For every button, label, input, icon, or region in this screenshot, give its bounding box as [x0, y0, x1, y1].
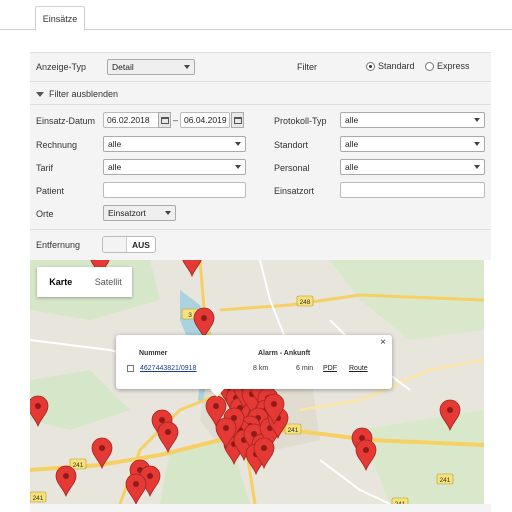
route-link[interactable]: Route: [349, 365, 368, 372]
chevron-down-icon: [235, 142, 241, 146]
distance-value: 8 km: [253, 365, 269, 372]
standort-label: Standort: [274, 140, 309, 150]
divider: [30, 104, 491, 105]
map-tab-karte[interactable]: Karte: [37, 267, 85, 297]
col-header-alarm: Alarm - Ankunft: [258, 350, 311, 357]
protokoll-typ-select[interactable]: alle: [340, 112, 485, 128]
divider: [30, 81, 491, 82]
svg-text:241: 241: [33, 495, 44, 502]
map-pin-icon[interactable]: [182, 260, 202, 278]
road-number-label: 241: [69, 458, 87, 470]
toggle-knob: [103, 237, 127, 252]
map-pin-icon[interactable]: [157, 421, 179, 454]
standort-value: alle: [345, 139, 359, 149]
tab-bar: Einsätze: [0, 0, 512, 31]
toggle-state-label: AUS: [132, 239, 150, 250]
map-view[interactable]: 3248241241241241241 Karte Satellit × Num…: [30, 260, 484, 504]
tarif-value: alle: [108, 162, 122, 172]
chevron-down-icon: [165, 211, 171, 215]
radio-label: Express: [437, 61, 470, 71]
popup-tail: [210, 389, 224, 397]
date-to-input[interactable]: 06.04.2019: [180, 112, 230, 128]
date-separator: –: [173, 115, 179, 125]
svg-text:241: 241: [288, 427, 299, 434]
road-number-label: 241: [30, 491, 47, 503]
svg-text:3: 3: [188, 312, 192, 319]
map-pin-icon[interactable]: [355, 439, 377, 472]
anzeige-typ-label: Anzeige-Typ: [36, 62, 87, 72]
personal-select[interactable]: alle: [340, 159, 485, 175]
entfernung-label: Entfernung: [36, 240, 81, 250]
duration-value: 6 min: [296, 365, 314, 372]
pdf-link[interactable]: PDF: [323, 365, 337, 372]
tarif-label: Tarif: [36, 163, 54, 173]
chevron-down-icon: [474, 118, 480, 122]
protokoll-typ-label: Protokoll-Typ: [274, 116, 327, 126]
filter-radio-standard[interactable]: Standard: [366, 61, 415, 71]
divider: [30, 229, 491, 230]
chevron-down-icon: [474, 165, 480, 169]
svg-text:241: 241: [440, 477, 451, 484]
orte-select[interactable]: Einsatzort: [103, 205, 176, 221]
col-header-nummer: Nummer: [139, 350, 168, 357]
chevron-down-icon: [235, 165, 241, 169]
close-icon[interactable]: ×: [380, 337, 386, 348]
svg-text:241: 241: [73, 462, 84, 469]
map-pin-icon[interactable]: [125, 473, 147, 504]
filter-label: Filter: [297, 62, 317, 72]
filter-toggle-link[interactable]: Filter ausblenden: [36, 89, 118, 99]
tab-einsaetze[interactable]: Einsätze: [35, 6, 85, 31]
triangle-down-icon: [36, 91, 44, 97]
radio-unchecked-icon: [425, 61, 434, 71]
filter-radio-express[interactable]: Express: [425, 61, 470, 71]
chevron-down-icon: [474, 142, 480, 146]
tarif-select[interactable]: alle: [103, 159, 246, 175]
map-info-popup: × Nummer Alarm - Ankunft 4627443821/0918…: [116, 335, 392, 389]
svg-text:248: 248: [300, 299, 311, 306]
map-type-tabs: Karte Satellit: [37, 267, 132, 297]
date-from-input[interactable]: 06.02.2018: [103, 112, 160, 128]
rechnung-label: Rechnung: [36, 140, 78, 150]
road-number-label: 248: [296, 295, 314, 307]
patient-label: Patient: [36, 186, 65, 196]
einsatzort-input[interactable]: [340, 182, 485, 198]
einsatz-number-link[interactable]: 4627443821/0918: [140, 365, 196, 372]
standort-select[interactable]: alle: [340, 136, 485, 152]
personal-value: alle: [345, 162, 359, 172]
row-checkbox[interactable]: [127, 365, 134, 372]
map-pin-icon[interactable]: [55, 465, 77, 498]
orte-value: Einsatzort: [108, 208, 146, 218]
radio-label: Standard: [378, 61, 415, 71]
radio-checked-icon: [366, 61, 375, 71]
entfernung-toggle[interactable]: AUS: [102, 236, 156, 253]
protokoll-typ-value: alle: [345, 115, 359, 125]
patient-input[interactable]: [103, 182, 246, 198]
map-tab-satellit[interactable]: Satellit: [85, 267, 133, 297]
road-number-label: 241: [436, 473, 454, 485]
calendar-icon[interactable]: [231, 112, 244, 128]
chevron-down-icon: [184, 65, 190, 69]
road-number-label: 241: [284, 423, 302, 435]
calendar-icon[interactable]: [158, 112, 171, 128]
anzeige-typ-select[interactable]: Detail: [107, 59, 195, 75]
einsatzort-label: Einsatzort: [274, 186, 315, 196]
filter-toggle-label: Filter ausblenden: [49, 89, 119, 99]
orte-label: Orte: [36, 209, 54, 219]
einsatz-datum-label: Einsatz-Datum: [36, 116, 96, 126]
footer-strip: [30, 504, 491, 512]
rechnung-value: alle: [108, 139, 122, 149]
personal-label: Personal: [274, 163, 310, 173]
anzeige-typ-value: Detail: [112, 62, 134, 72]
rechnung-select[interactable]: alle: [103, 136, 246, 152]
